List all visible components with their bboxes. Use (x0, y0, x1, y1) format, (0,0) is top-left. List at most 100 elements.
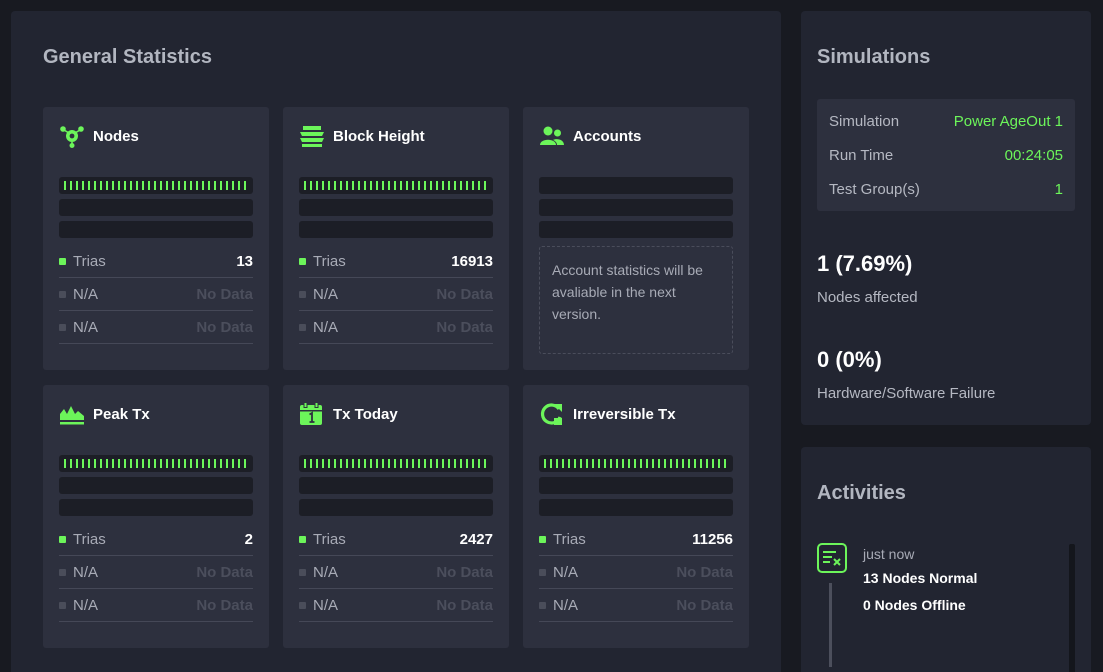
stat-row: N/A No Data (299, 311, 493, 344)
stat-value: 13 (236, 252, 253, 270)
stat-row: Trias 11256 (539, 523, 733, 556)
stat-row: N/A No Data (299, 556, 493, 589)
stat-label: N/A (73, 563, 99, 581)
stat-label: N/A (73, 596, 99, 614)
accounts-unavailable-note: Account statistics will be avaliable in … (539, 246, 733, 354)
irreversible-tx-progress-bar (539, 455, 733, 472)
calendar-icon (299, 402, 325, 426)
activity-log-icon (817, 543, 847, 573)
stat-row: N/A No Data (539, 556, 733, 589)
irreversible-tx-card-title: Irreversible Tx (573, 405, 676, 423)
stat-value: No Data (196, 318, 253, 336)
peak-tx-card-header: Peak Tx (59, 402, 150, 426)
stat-row: N/A No Data (59, 311, 253, 344)
stat-row: Trias 2427 (299, 523, 493, 556)
nodes-card: Nodes Trias 13 N/A No Data N/A No Data (43, 107, 269, 370)
stat-row: Trias 2 (59, 523, 253, 556)
peak-tx-card: Peak Tx Trias 2 N/A No Data N/A No Data (43, 385, 269, 648)
stat-row: N/A No Data (539, 589, 733, 622)
block-height-progress-bar (299, 177, 493, 194)
status-dot (59, 568, 66, 576)
nodes-affected-value: 1 (7.69%) (817, 251, 913, 276)
accounts-card-title: Accounts (573, 127, 642, 145)
stat-label: N/A (553, 563, 579, 581)
progress-bar-empty (59, 477, 253, 494)
accounts-card-header: Accounts (539, 124, 641, 148)
stat-value: No Data (436, 285, 493, 303)
simulation-detail-row: Run Time 00:24:05 (829, 147, 1063, 164)
tx-today-card: Tx Today Trias 2427 N/A No Data N/A No Data (283, 385, 509, 648)
simulations-title: Simulations (817, 46, 931, 68)
layers-icon (299, 124, 325, 148)
stat-value: 11256 (692, 530, 733, 548)
accounts-card: Accounts Account statistics will be aval… (523, 107, 749, 370)
peak-tx-progress-bar (59, 455, 253, 472)
stat-label: N/A (313, 563, 339, 581)
stat-value: No Data (676, 563, 733, 581)
status-dot (59, 323, 66, 331)
stat-label: N/A (313, 596, 339, 614)
stat-value: No Data (436, 596, 493, 614)
nodes-progress-bar (59, 177, 253, 194)
peak-tx-card-title: Peak Tx (93, 405, 150, 423)
detail-value: 1 (1054, 181, 1063, 198)
progress-bar-empty (59, 499, 253, 516)
activity-message: 0 Nodes Offline (863, 597, 966, 613)
activity-message: 13 Nodes Normal (863, 570, 978, 586)
progress-bar-empty (539, 499, 733, 516)
simulation-detail-row: Test Group(s) 1 (829, 181, 1063, 198)
block-height-card-header: Block Height (299, 124, 425, 148)
stat-label: N/A (313, 318, 339, 336)
stat-label: N/A (553, 596, 579, 614)
progress-bar-empty (539, 177, 733, 194)
status-dot (299, 601, 306, 609)
status-dot (299, 568, 306, 576)
simulation-details: Simulation Power AgeOut 1 Run Time 00:24… (817, 99, 1075, 211)
stat-label: N/A (313, 285, 339, 303)
detail-key: Simulation (829, 113, 900, 130)
nodes-card-title: Nodes (93, 127, 139, 145)
status-dot (299, 535, 306, 543)
status-dot (59, 601, 66, 609)
progress-bar-empty (299, 477, 493, 494)
progress-bar-empty (299, 221, 493, 238)
stat-value: 2 (244, 530, 253, 548)
simulation-detail-row: Simulation Power AgeOut 1 (829, 113, 1063, 130)
status-dot (299, 323, 306, 331)
progress-bar-empty (299, 499, 493, 516)
status-dot (59, 290, 66, 298)
stat-label: Trias (553, 530, 586, 548)
tx-today-card-title: Tx Today (333, 405, 398, 423)
activities-scrollbar[interactable] (1069, 544, 1075, 672)
stat-value: No Data (436, 563, 493, 581)
refresh-icon (539, 402, 565, 426)
stat-row: Trias 13 (59, 245, 253, 278)
stat-row: N/A No Data (59, 556, 253, 589)
detail-value: 00:24:05 (1004, 147, 1063, 164)
progress-bar-empty (59, 199, 253, 216)
block-height-card-title: Block Height (333, 127, 425, 145)
stat-label: Trias (73, 252, 106, 270)
status-dot (539, 535, 546, 543)
tx-today-card-header: Tx Today (299, 402, 398, 426)
status-dot (299, 257, 306, 265)
failure-label: Hardware/Software Failure (817, 385, 996, 402)
timeline-line (829, 583, 832, 667)
progress-bar-empty (539, 199, 733, 216)
stat-label: N/A (73, 285, 99, 303)
stat-value: 16913 (451, 252, 493, 270)
stat-row: N/A No Data (299, 278, 493, 311)
stat-label: N/A (73, 318, 99, 336)
stat-row: N/A No Data (59, 278, 253, 311)
stat-value: No Data (196, 285, 253, 303)
stat-row: N/A No Data (59, 589, 253, 622)
peak-chart-icon (59, 402, 85, 426)
stat-value: No Data (676, 596, 733, 614)
general-statistics-panel: General Statistics Nodes Trias 13 N/A No D… (11, 11, 781, 672)
users-icon (539, 124, 565, 148)
stat-value: No Data (436, 318, 493, 336)
status-dot (539, 601, 546, 609)
tx-today-progress-bar (299, 455, 493, 472)
detail-key: Test Group(s) (829, 181, 920, 198)
irreversible-tx-card-header: Irreversible Tx (539, 402, 676, 426)
